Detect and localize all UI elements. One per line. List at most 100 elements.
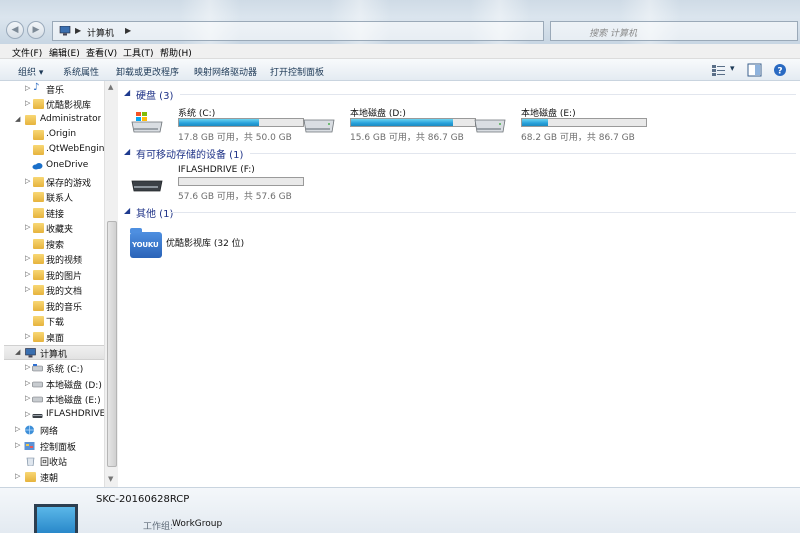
menu-view[interactable]: 查看(V) (86, 46, 117, 59)
expand-arrow-icon[interactable]: ▷ (15, 441, 20, 449)
expand-arrow-icon[interactable]: ▷ (25, 332, 30, 340)
open-control-panel-button[interactable]: 打开控制面板 (270, 65, 324, 78)
cloud-icon (32, 163, 43, 170)
group-title: 其他 (1) (136, 209, 174, 220)
group-header-other[interactable]: ◢ 其他 (1) (122, 205, 796, 220)
collapse-arrow-icon[interactable]: ◢ (15, 115, 20, 123)
nav-item-recycle-bin[interactable]: 回收站 (0, 454, 104, 469)
expand-arrow-icon[interactable]: ▷ (15, 425, 20, 433)
chevron-down-icon[interactable]: ◢ (124, 206, 130, 215)
nav-item-computer[interactable]: ◢ 计算机 (4, 345, 104, 360)
sidebar-scrollbar[interactable]: ▲ ▼ (104, 81, 118, 487)
folder-icon (33, 177, 44, 187)
drive-icon (474, 119, 506, 133)
nav-item-qtwebengine[interactable]: .QtWebEngine (0, 143, 104, 158)
menu-edit[interactable]: 编辑(E) (49, 46, 80, 59)
menu-file[interactable]: 文件(F) (12, 46, 42, 59)
workgroup-value: WorkGroup (172, 519, 223, 529)
drive-f[interactable]: IFLASHDRIVE (F:) 57.6 GB 可用，共 57.6 GB (130, 165, 305, 205)
nav-label: 本地磁盘 (D:) (46, 381, 102, 391)
nav-item-my-videos[interactable]: ▷ 我的视频 (0, 252, 104, 267)
scroll-down-icon[interactable]: ▼ (108, 475, 113, 483)
content-pane: ◢ 硬盘 (3) 系统 (C:) 17.8 GB 可用，共 50.0 GB 本地… (118, 81, 800, 487)
nav-item-my-documents[interactable]: ▷ 我的文档 (0, 283, 104, 298)
nav-item-control-panel[interactable]: ▷ 控制面板 (0, 439, 104, 454)
nav-item-music[interactable]: ▷ ♪ 音乐 (0, 82, 104, 97)
nav-item-suchao[interactable]: ▷ 速朝 (0, 470, 104, 485)
chevron-down-icon[interactable]: ◢ (124, 147, 130, 156)
drive-c[interactable]: 系统 (C:) 17.8 GB 可用，共 50.0 GB (130, 106, 305, 146)
youku-library-label[interactable]: 优酷影视库 (32 位) (166, 236, 244, 249)
menu-help[interactable]: 帮助(H) (160, 46, 192, 59)
nav-item-network[interactable]: ▷ 网络 (0, 423, 104, 438)
breadcrumb-arrow-icon[interactable]: ▶ (75, 26, 81, 35)
folder-icon (33, 254, 44, 264)
expand-arrow-icon[interactable]: ▷ (25, 99, 30, 107)
view-dropdown-arrow-icon[interactable]: ▾ (730, 64, 735, 74)
expand-arrow-icon[interactable]: ▷ (25, 84, 30, 92)
nav-item-drive-c[interactable]: ▷ 系统 (C:) (0, 361, 104, 376)
nav-item-origin[interactable]: .Origin (0, 128, 104, 143)
nav-item-contacts[interactable]: 联系人 (0, 190, 104, 205)
collapse-arrow-icon[interactable]: ◢ (15, 348, 20, 356)
nav-item-drive-e[interactable]: ▷ 本地磁盘 (E:) (0, 392, 104, 407)
breadcrumb-computer[interactable]: 计算机 (87, 26, 114, 39)
view-options-icon[interactable] (711, 63, 727, 77)
system-properties-button[interactable]: 系统属性 (63, 65, 99, 78)
map-network-drive-button[interactable]: 映射网络驱动器 (194, 65, 257, 78)
nav-item-searches[interactable]: 搜索 (0, 237, 104, 252)
nav-item-administrator[interactable]: ◢ Administrator (0, 113, 104, 128)
search-box[interactable]: 搜索 计算机 (550, 21, 798, 41)
nav-item-saved-games[interactable]: ▷ 保存的游戏 (0, 175, 104, 190)
group-header-hard-disks[interactable]: ◢ 硬盘 (3) (122, 87, 796, 102)
computer-name: SKC-20160628RCP (96, 494, 190, 505)
drive-free-space: 17.8 GB 可用，共 50.0 GB (178, 133, 292, 143)
nav-item-youku[interactable]: ▷ 优酷影视库 (0, 97, 104, 112)
drive-free-space: 68.2 GB 可用，共 86.7 GB (521, 133, 635, 143)
nav-item-my-pictures[interactable]: ▷ 我的图片 (0, 268, 104, 283)
youku-folder-icon[interactable]: YOUKU (130, 228, 162, 258)
title-bar: ◀ ▶ ▶ 计算机 ▶ 搜索 计算机 (0, 0, 800, 44)
scroll-up-icon[interactable]: ▲ (108, 83, 113, 91)
expand-arrow-icon[interactable]: ▷ (25, 410, 30, 418)
drive-usage-fill (522, 119, 549, 126)
workgroup-label: 工作组: (143, 522, 174, 532)
control-panel-icon (24, 442, 35, 450)
expand-arrow-icon[interactable]: ▷ (25, 379, 30, 387)
expand-arrow-icon[interactable]: ▷ (25, 394, 30, 402)
scrollbar-thumb[interactable] (107, 221, 117, 467)
drive-usage-bar (178, 177, 304, 186)
help-icon[interactable]: ? (772, 63, 788, 77)
drive-e[interactable]: 本地磁盘 (E:) 68.2 GB 可用，共 86.7 GB (473, 106, 648, 146)
expand-arrow-icon[interactable]: ▷ (25, 177, 30, 185)
nav-label: 音乐 (46, 86, 65, 96)
nav-item-drive-d[interactable]: ▷ 本地磁盘 (D:) (0, 377, 104, 392)
breadcrumb-arrow-icon[interactable]: ▶ (125, 26, 131, 35)
nav-item-favorites[interactable]: ▷ 收藏夹 (0, 221, 104, 236)
group-header-removable[interactable]: ◢ 有可移动存储的设备 (1) (122, 146, 796, 161)
back-button[interactable]: ◀ (6, 21, 24, 39)
expand-arrow-icon[interactable]: ▷ (25, 223, 30, 231)
nav-item-desktop[interactable]: ▷ 桌面 (0, 330, 104, 345)
nav-item-my-music[interactable]: 我的音乐 (0, 299, 104, 314)
details-pane: SKC-20160628RCP 工作组: WorkGroup (0, 487, 800, 533)
arrow-left-icon: ◀ (11, 25, 19, 35)
drive-d[interactable]: 本地磁盘 (D:) 15.6 GB 可用，共 86.7 GB (302, 106, 477, 146)
preview-pane-icon[interactable] (747, 63, 763, 77)
organize-button[interactable]: 组织 ▾ (18, 65, 43, 78)
uninstall-program-button[interactable]: 卸载或更改程序 (116, 65, 179, 78)
nav-item-downloads[interactable]: 下载 (0, 314, 104, 329)
chevron-down-icon[interactable]: ◢ (124, 88, 130, 97)
forward-button[interactable]: ▶ (27, 21, 45, 39)
expand-arrow-icon[interactable]: ▷ (15, 472, 20, 480)
folder-tab (130, 228, 142, 233)
expand-arrow-icon[interactable]: ▷ (25, 285, 30, 293)
nav-item-links[interactable]: 链接 (0, 206, 104, 221)
nav-item-drive-f[interactable]: ▷ IFLASHDRIVE (F:) (0, 408, 104, 423)
address-bar[interactable]: ▶ 计算机 ▶ (52, 21, 544, 41)
expand-arrow-icon[interactable]: ▷ (25, 363, 30, 371)
expand-arrow-icon[interactable]: ▷ (25, 254, 30, 262)
nav-item-onedrive[interactable]: OneDrive (0, 159, 104, 174)
expand-arrow-icon[interactable]: ▷ (25, 270, 30, 278)
menu-tools[interactable]: 工具(T) (123, 46, 154, 59)
